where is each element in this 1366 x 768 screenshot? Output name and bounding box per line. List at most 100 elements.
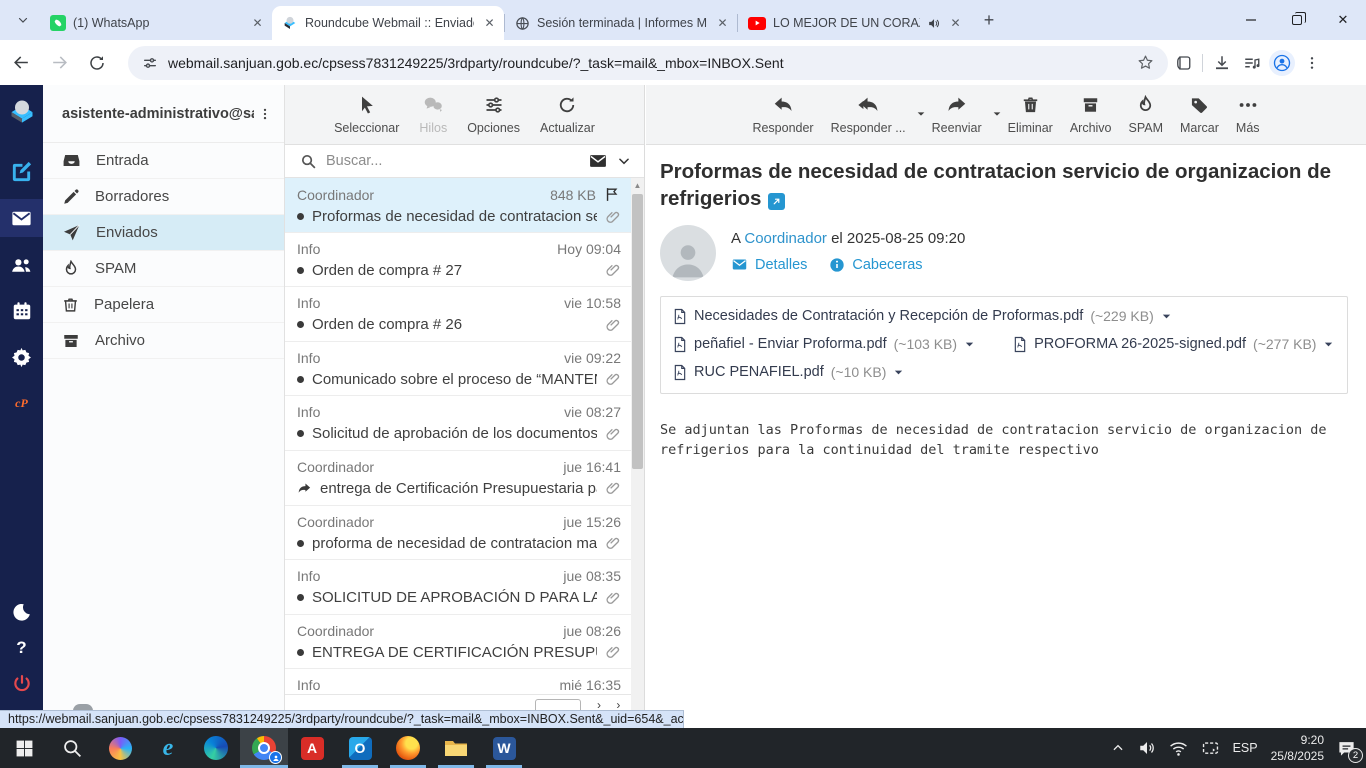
- help-button[interactable]: ?: [0, 630, 43, 666]
- search-scope-icon[interactable]: [588, 151, 608, 171]
- message-row[interactable]: Info jue 08:35 SOLICITUD DE APROBACIÓN D …: [285, 560, 631, 615]
- forward-button-mail[interactable]: Reenviar: [932, 94, 1001, 135]
- acrobat-taskbar-button[interactable]: A: [288, 728, 336, 768]
- settings-nav-button[interactable]: [0, 339, 43, 375]
- folder-item-spam[interactable]: SPAM: [43, 251, 284, 287]
- firefox-taskbar-button[interactable]: [384, 728, 432, 768]
- attachment-link[interactable]: Necesidades de Contratación y Recepción …: [673, 302, 1172, 330]
- file-explorer-taskbar-button[interactable]: [432, 728, 480, 768]
- new-tab-button[interactable]: +: [976, 7, 1002, 33]
- search-bar[interactable]: Buscar...: [285, 145, 644, 178]
- edge-icon[interactable]: [192, 728, 240, 768]
- taskbar-search-button[interactable]: [48, 728, 96, 768]
- reply-button[interactable]: Responder: [752, 94, 814, 135]
- attachment-link[interactable]: PROFORMA 26-2025-signed.pdf (~277 KB): [1013, 330, 1334, 358]
- attachment-menu-caret-icon[interactable]: [1323, 339, 1334, 350]
- browser-menu-icon[interactable]: [1297, 48, 1327, 78]
- select-button[interactable]: Seleccionar: [334, 94, 399, 135]
- compose-button[interactable]: [0, 153, 43, 189]
- delete-button[interactable]: Eliminar: [1008, 94, 1053, 135]
- folder-menu-icon[interactable]: [254, 106, 276, 122]
- logout-button[interactable]: [0, 666, 43, 702]
- folder-item-entrada[interactable]: Entrada: [43, 143, 284, 179]
- message-row[interactable]: Coordinador 848 KB Proformas de necesidad…: [285, 178, 631, 233]
- attachment-menu-caret-icon[interactable]: [893, 367, 904, 378]
- start-button[interactable]: [0, 728, 48, 768]
- tab-roundcube[interactable]: Roundcube Webmail :: Enviados ✕: [272, 6, 504, 40]
- folder-item-enviados[interactable]: Enviados: [43, 215, 284, 251]
- spam-button[interactable]: SPAM: [1129, 94, 1163, 135]
- display-connect-icon[interactable]: [1201, 740, 1220, 757]
- attachment-link[interactable]: peñafiel - Enviar Proforma.pdf (~103 KB): [673, 330, 975, 358]
- close-icon[interactable]: ✕: [714, 15, 731, 32]
- search-input[interactable]: Buscar...: [326, 153, 579, 169]
- tab-search-button[interactable]: [10, 7, 36, 33]
- recipient-link[interactable]: Coordinador: [744, 230, 827, 247]
- headers-toggle[interactable]: Cabeceras: [829, 257, 923, 273]
- url-text[interactable]: webmail.sanjuan.gob.ec/cpsess7831249225/…: [168, 55, 1127, 71]
- message-row[interactable]: Info Hoy 09:04 Orden de compra # 27: [285, 233, 631, 288]
- dropdown-caret-icon[interactable]: [916, 103, 926, 125]
- close-icon[interactable]: ✕: [947, 15, 964, 32]
- chrome-taskbar-button[interactable]: [240, 728, 288, 768]
- volume-icon[interactable]: [1138, 739, 1156, 757]
- tab-session[interactable]: Sesión terminada | Informes Me ✕: [505, 6, 737, 40]
- mail-nav-button[interactable]: [0, 199, 43, 237]
- close-icon[interactable]: ✕: [249, 15, 266, 32]
- details-toggle[interactable]: Detalles: [731, 256, 807, 273]
- threads-button[interactable]: Hilos: [419, 94, 447, 135]
- message-row[interactable]: Coordinador jue 16:41 entrega de Certific…: [285, 451, 631, 506]
- tab-whatsapp[interactable]: (1) WhatsApp ✕: [40, 6, 272, 40]
- message-row[interactable]: Info vie 10:58 Orden de compra # 26: [285, 287, 631, 342]
- dropdown-caret-icon[interactable]: [992, 103, 1002, 125]
- more-button[interactable]: Más: [1236, 94, 1260, 135]
- address-bar[interactable]: webmail.sanjuan.gob.ec/cpsess7831249225/…: [128, 45, 1168, 80]
- language-indicator[interactable]: ESP: [1233, 741, 1258, 755]
- tray-expand-icon[interactable]: [1111, 741, 1125, 755]
- reply-all-button[interactable]: Responder ...: [831, 94, 924, 135]
- scroll-up-icon[interactable]: ▲: [631, 179, 644, 192]
- close-icon[interactable]: ✕: [481, 15, 498, 32]
- cpanel-button[interactable]: cP: [0, 385, 43, 421]
- calendar-nav-button[interactable]: [0, 293, 43, 329]
- downloads-icon[interactable]: [1207, 48, 1237, 78]
- profile-avatar[interactable]: [1267, 48, 1297, 78]
- folder-item-papelera[interactable]: Papelera: [43, 287, 284, 323]
- search-options-chevron-icon[interactable]: [617, 154, 631, 168]
- taskbar-clock[interactable]: 9:20 25/8/2025: [1271, 732, 1324, 764]
- options-button[interactable]: Opciones: [467, 94, 520, 135]
- audio-playing-icon[interactable]: [927, 17, 940, 30]
- back-button[interactable]: [4, 46, 38, 80]
- attachment-menu-caret-icon[interactable]: [1161, 311, 1172, 322]
- folder-item-borradores[interactable]: Borradores: [43, 179, 284, 215]
- scrollbar-thumb[interactable]: [632, 194, 643, 469]
- reload-button[interactable]: [80, 46, 114, 80]
- bookmark-star-icon[interactable]: [1137, 54, 1154, 71]
- site-settings-icon[interactable]: [142, 55, 158, 71]
- outlook-taskbar-button[interactable]: O: [336, 728, 384, 768]
- word-taskbar-button[interactable]: W: [480, 728, 528, 768]
- internet-explorer-icon[interactable]: e: [144, 728, 192, 768]
- tab-youtube[interactable]: LO MEJOR DE UN CORAZÓ ✕: [738, 6, 970, 40]
- open-in-new-window-icon[interactable]: [768, 193, 786, 211]
- message-row[interactable]: Info vie 08:27 Solicitud de aprobación de…: [285, 396, 631, 451]
- message-row[interactable]: Coordinador jue 15:26 proforma de necesid…: [285, 506, 631, 561]
- minimize-button[interactable]: [1228, 0, 1274, 40]
- attachment-link[interactable]: RUC PENAFIEL.pdf (~10 KB): [673, 358, 904, 386]
- wifi-icon[interactable]: [1169, 739, 1188, 758]
- attachment-menu-caret-icon[interactable]: [964, 339, 975, 350]
- copilot-icon[interactable]: [96, 728, 144, 768]
- dark-mode-button[interactable]: [0, 594, 43, 630]
- archive-button[interactable]: Archivo: [1070, 94, 1112, 135]
- side-panel-icon[interactable]: [1168, 48, 1198, 78]
- refresh-button[interactable]: Actualizar: [540, 94, 595, 135]
- contacts-nav-button[interactable]: [0, 247, 43, 283]
- media-controls-icon[interactable]: [1237, 48, 1267, 78]
- folder-item-archivo[interactable]: Archivo: [43, 323, 284, 359]
- notifications-icon[interactable]: 2: [1337, 739, 1363, 763]
- message-row[interactable]: Info vie 09:22 Comunicado sobre el proces…: [285, 342, 631, 397]
- list-scrollbar[interactable]: ▲ ▼: [631, 178, 644, 728]
- close-window-button[interactable]: ✕: [1320, 0, 1366, 40]
- restore-button[interactable]: [1274, 0, 1320, 40]
- message-row[interactable]: Coordinador jue 08:26 ENTREGA DE CERTIFIC…: [285, 615, 631, 670]
